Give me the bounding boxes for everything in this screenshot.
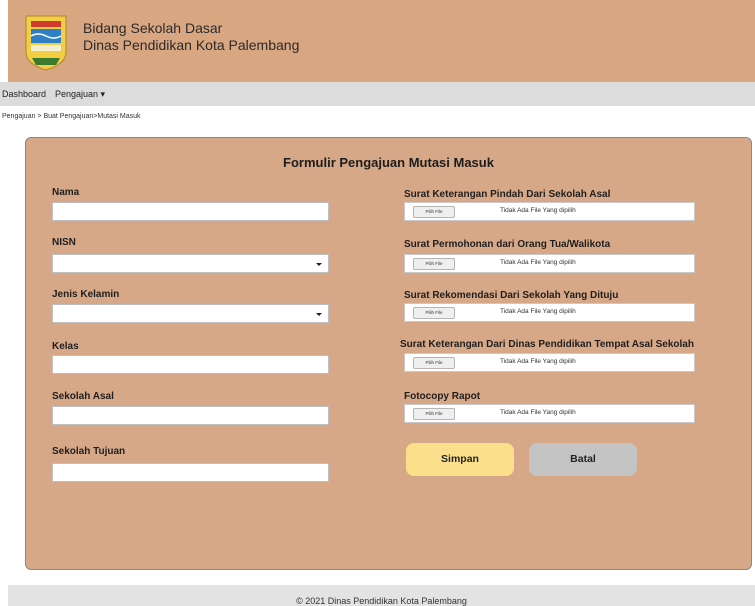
file5-label: Fotocopy Rapot [404,391,481,402]
jenis-kelamin-label: Jenis Kelamin [52,289,120,300]
jenis-kelamin-select[interactable] [52,304,329,323]
file5-choose-button[interactable]: Pilih File [413,408,455,420]
file1-label: Surat Keterangan Pindah Dari Sekolah Asa… [404,189,611,200]
top-nav: Dashboard Pengajuan ▾ [0,82,755,106]
header-title-line2: Dinas Pendidikan Kota Palembang [83,37,300,53]
file4-label: Surat Keterangan Dari Dinas Pendidikan T… [400,339,694,350]
save-button[interactable]: Simpan [406,443,514,476]
kelas-input[interactable] [52,355,329,374]
file1-status: Tidak Ada File Yang dipilih [500,207,576,214]
file4-choose-button[interactable]: Pilih File [413,357,455,369]
header: Bidang Sekolah Dasar Dinas Pendidikan Ko… [8,0,755,82]
nisn-label: NISN [52,237,76,248]
file2-status: Tidak Ada File Yang dipilih [500,259,576,266]
file4-input[interactable]: Pilih File Tidak Ada File Yang dipilih [404,353,695,372]
chevron-down-icon [316,313,322,316]
file1-input[interactable]: Pilih File Tidak Ada File Yang dipilih [404,202,695,221]
file3-status: Tidak Ada File Yang dipilih [500,308,576,315]
cancel-button[interactable]: Batal [529,443,637,476]
form-title: Formulir Pengajuan Mutasi Masuk [283,155,494,170]
header-title-line1: Bidang Sekolah Dasar [83,20,223,36]
file2-input[interactable]: Pilih File Tidak Ada File Yang dipilih [404,254,695,273]
breadcrumb: Pengajuan > Buat Pengajuan>Mutasi Masuk [2,113,141,120]
nisn-select[interactable] [52,254,329,273]
nav-pengajuan-dropdown[interactable]: Pengajuan ▾ [55,89,105,100]
file3-choose-button[interactable]: Pilih File [413,307,455,319]
nama-label: Nama [52,187,80,198]
file5-status: Tidak Ada File Yang dipilih [500,409,576,416]
footer-copyright: © 2021 Dinas Pendidikan Kota Palembang [296,596,467,606]
file2-choose-button[interactable]: Pilih File [413,258,455,270]
sekolah-asal-label: Sekolah Asal [52,391,114,402]
sekolah-tujuan-label: Sekolah Tujuan [52,446,126,457]
file4-status: Tidak Ada File Yang dipilih [500,358,576,365]
file1-choose-button[interactable]: Pilih File [413,206,455,218]
kelas-label: Kelas [52,341,79,352]
footer: © 2021 Dinas Pendidikan Kota Palembang [8,585,755,606]
sekolah-asal-input[interactable] [52,406,329,425]
file2-label: Surat Permohonan dari Orang Tua/Walikota [404,239,611,250]
nav-dashboard[interactable]: Dashboard [2,89,46,99]
file3-input[interactable]: Pilih File Tidak Ada File Yang dipilih [404,303,695,322]
file5-input[interactable]: Pilih File Tidak Ada File Yang dipilih [404,404,695,423]
file3-label: Surat Rekomendasi Dari Sekolah Yang Ditu… [404,290,619,301]
form-panel: Formulir Pengajuan Mutasi Masuk Nama NIS… [25,137,752,570]
chevron-down-icon [316,263,322,266]
header-title: Bidang Sekolah Dasar Dinas Pendidikan Ko… [83,20,299,54]
nama-input[interactable] [52,202,329,221]
city-emblem-logo [22,12,70,72]
sekolah-tujuan-input[interactable] [52,463,329,482]
